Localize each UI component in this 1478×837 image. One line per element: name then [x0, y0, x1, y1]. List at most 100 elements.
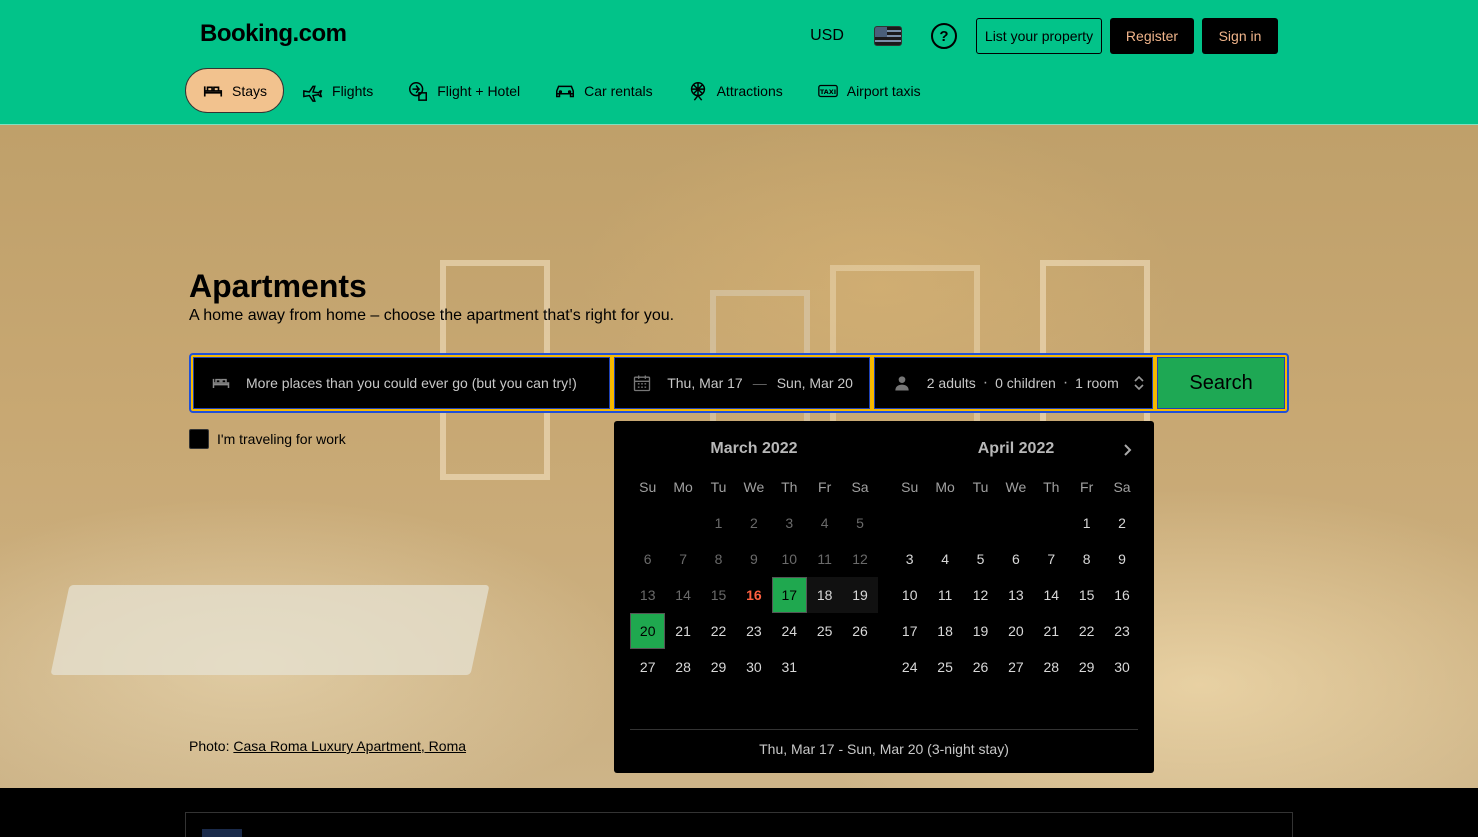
calendar-day[interactable]: 17: [892, 613, 927, 649]
calendar-day[interactable]: 21: [1034, 613, 1069, 649]
calendar-day[interactable]: 16: [736, 577, 771, 613]
destination-field[interactable]: More places than you could ever go (but …: [193, 357, 611, 409]
date-picker: March 2022 Su Mo Tu We Th Fr Sa 1 2 3 4 5 6 7 8 9 10 11 12…: [614, 421, 1154, 773]
calendar-day[interactable]: 24: [772, 613, 807, 649]
calendar-day[interactable]: 7: [1034, 541, 1069, 577]
guests-field[interactable]: 2 adults · 0 children · 1 room: [873, 357, 1154, 409]
chevron-updown-icon: [1133, 375, 1145, 391]
calendar-icon: [631, 372, 653, 394]
guest-separator: ·: [1062, 374, 1069, 391]
currency-button[interactable]: USD: [806, 18, 848, 54]
calendar-day-in-range[interactable]: 19: [842, 577, 878, 613]
calendar-day[interactable]: 5: [963, 541, 998, 577]
children-count: 0 children: [995, 375, 1056, 391]
help-button[interactable]: ?: [928, 18, 960, 54]
weekday-header: Fr: [1080, 479, 1094, 495]
nav-label: Flights: [332, 82, 374, 99]
weekday-header: Tu: [710, 479, 727, 495]
calendar-day[interactable]: 30: [1104, 649, 1139, 685]
calendar-day[interactable]: 27: [998, 649, 1033, 685]
calendar-day[interactable]: 24: [892, 649, 927, 685]
nav-stays[interactable]: Stays: [185, 68, 285, 113]
work-travel-checkbox[interactable]: [189, 429, 209, 449]
checkin-date[interactable]: Thu, Mar 17: [667, 375, 742, 391]
calendar-day[interactable]: 12: [963, 577, 998, 613]
calendar-day[interactable]: 16: [1104, 577, 1139, 613]
calendar-day[interactable]: 22: [701, 613, 736, 649]
search-button[interactable]: Search: [1157, 357, 1285, 409]
checkout-date[interactable]: Sun, Mar 20: [777, 375, 853, 391]
nav-airport-taxis[interactable]: TAXI Airport taxis: [801, 68, 937, 113]
destination-input[interactable]: More places than you could ever go (but …: [246, 375, 577, 391]
calendar-day[interactable]: 29: [701, 649, 736, 685]
calendar-day: 7: [679, 551, 687, 567]
calendar-day-selected[interactable]: 17: [771, 577, 807, 613]
chevron-right-icon: [1124, 444, 1132, 456]
booking-logo[interactable]: Booking.com: [200, 20, 347, 48]
calendar-day[interactable]: 19: [963, 613, 998, 649]
calendar-day: 15: [710, 587, 727, 603]
list-property-link[interactable]: List your property: [976, 18, 1102, 54]
sign-in-button[interactable]: Sign in: [1202, 18, 1278, 54]
product-nav: Stays Flights Flight + Hotel Car rentals…: [185, 68, 939, 113]
dates-field[interactable]: Thu, Mar 17 — Sun, Mar 20: [614, 357, 870, 409]
calendar-day[interactable]: 20: [998, 613, 1033, 649]
calendar-day-in-range[interactable]: 18: [806, 577, 843, 613]
calendar-day[interactable]: 3: [892, 541, 927, 577]
calendar-day[interactable]: 9: [1104, 541, 1139, 577]
calendar-day: 2: [749, 515, 758, 531]
nav-flight-hotel[interactable]: Flight + Hotel: [391, 68, 536, 113]
photo-credit-prefix: Photo:: [189, 738, 230, 754]
calendar-day[interactable]: 27: [630, 649, 665, 685]
calendar-day: 10: [781, 551, 798, 567]
weekday-header: Sa: [1113, 479, 1131, 495]
calendar-day[interactable]: 25: [927, 649, 962, 685]
calendar-day[interactable]: 18: [927, 613, 962, 649]
calendar-day[interactable]: 2: [1104, 505, 1139, 541]
nav-attractions[interactable]: Attractions: [671, 68, 799, 113]
nav-label: Airport taxis: [846, 82, 921, 99]
svg-text:TAXI: TAXI: [820, 87, 836, 95]
calendar-day[interactable]: 13: [998, 577, 1033, 613]
register-button[interactable]: Register: [1110, 18, 1194, 54]
calendar-empty-cell: [892, 505, 927, 541]
calendar-day[interactable]: 10: [892, 577, 927, 613]
photo-credit-link[interactable]: Casa Roma Luxury Apartment, Roma: [233, 738, 466, 754]
calendar-day-selected[interactable]: 20: [630, 613, 666, 649]
calendar-day: 11: [817, 551, 832, 567]
calendar-day[interactable]: 23: [736, 613, 771, 649]
calendar-day[interactable]: 25: [807, 613, 842, 649]
calendar-day[interactable]: 28: [665, 649, 700, 685]
calendar-day[interactable]: 26: [963, 649, 998, 685]
calendar-day[interactable]: 23: [1104, 613, 1139, 649]
calendar-day[interactable]: 30: [736, 649, 771, 685]
weekday-header: Fr: [818, 479, 832, 495]
calendar-day[interactable]: 1: [1069, 505, 1104, 541]
work-travel-option[interactable]: I'm traveling for work: [189, 429, 346, 449]
calendar-day: 14: [675, 587, 691, 603]
language-button[interactable]: [872, 18, 904, 54]
us-flag-icon: [874, 26, 902, 46]
calendar-day[interactable]: 8: [1069, 541, 1104, 577]
page-subtitle: A home away from home – choose the apart…: [189, 307, 675, 324]
calendar-day[interactable]: 6: [998, 541, 1033, 577]
calendar-day[interactable]: 4: [927, 541, 962, 577]
car-icon: [554, 80, 576, 102]
calendar-empty-cell: [927, 505, 962, 541]
nav-label: Stays: [232, 82, 268, 99]
calendar-day[interactable]: 29: [1069, 649, 1104, 685]
nav-car-rentals[interactable]: Car rentals: [538, 68, 668, 113]
next-month-button[interactable]: [1114, 437, 1140, 463]
calendar-day[interactable]: 26: [842, 613, 877, 649]
decor-table: [50, 585, 490, 675]
weekday-header: Su: [639, 479, 657, 495]
calendar-grid: Su Mo Tu We Th Fr Sa 1 2 3 4 5 6 7 8 9 10 11 12 13 14 15 16 17 1…: [630, 469, 878, 685]
nav-flights[interactable]: Flights: [286, 68, 389, 113]
calendar-day[interactable]: 21: [665, 613, 700, 649]
calendar-day[interactable]: 31: [772, 649, 807, 685]
calendar-day[interactable]: 14: [1034, 577, 1069, 613]
calendar-day[interactable]: 15: [1069, 577, 1104, 613]
calendar-day[interactable]: 22: [1069, 613, 1104, 649]
calendar-day[interactable]: 28: [1034, 649, 1069, 685]
calendar-day[interactable]: 11: [927, 577, 962, 613]
